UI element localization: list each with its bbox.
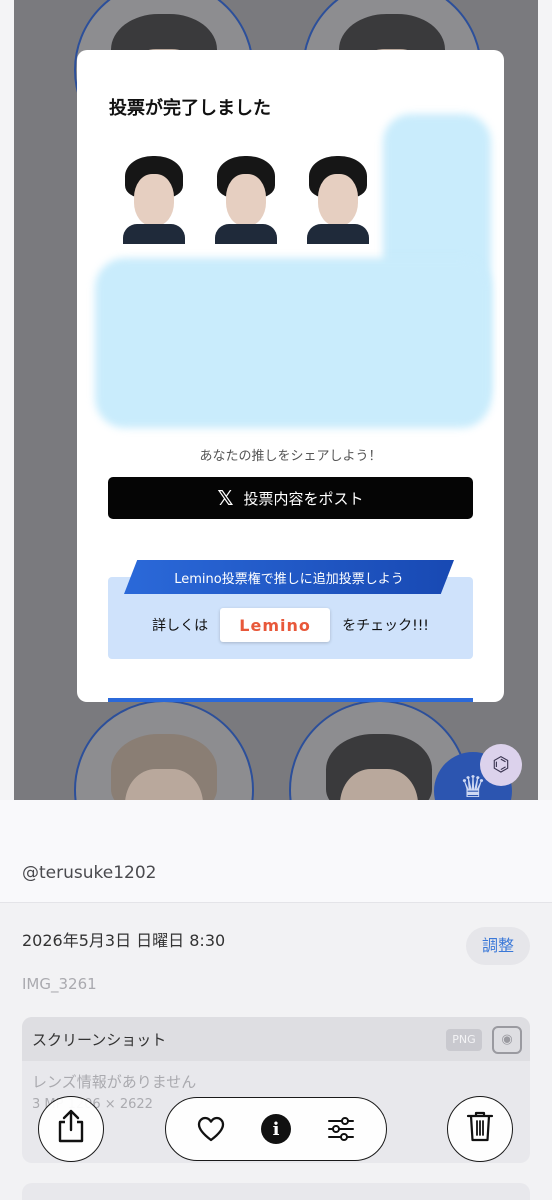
lemino-row: 詳しくは Lemino をチェック!!! [108, 606, 473, 644]
x-logo-icon: 𝕏 [217, 486, 234, 510]
heart-icon[interactable] [188, 1106, 234, 1152]
trash-icon [466, 1110, 494, 1149]
modal-bottom-bar [108, 698, 473, 702]
adjust-date-button[interactable]: 調整 [466, 927, 530, 965]
delete-button[interactable] [447, 1096, 513, 1162]
lemino-banner: Lemino投票権で推しに追加投票しよう [124, 560, 454, 594]
metadata-header: スクリーンショット PNG ◉ [22, 1017, 530, 1061]
caption-area[interactable]: @terusuke1202 [0, 800, 552, 903]
visual-lookup-icon[interactable]: ⌬ [480, 744, 522, 786]
next-card [22, 1183, 530, 1200]
media-type: スクリーンショット [32, 1031, 167, 1049]
lemino-prefix: 詳しくは [152, 618, 209, 634]
share-icon [56, 1109, 86, 1150]
format-badge: PNG [446, 1029, 482, 1051]
caption-text: @terusuke1202 [22, 863, 157, 883]
camera-icon: ◉ [492, 1026, 522, 1054]
screenshot-image: ♛ 投票が完了しました あなたの推しをシェアしよう！ 𝕏 投票内容をポスト Le… [14, 0, 538, 800]
bg-profile-circle [74, 700, 254, 800]
vote-complete-modal: 投票が完了しました あなたの推しをシェアしよう！ 𝕏 投票内容をポスト Lemi… [77, 50, 504, 702]
sliders-icon[interactable] [318, 1106, 364, 1152]
lemino-logo[interactable]: Lemino [220, 608, 331, 642]
photo-preview[interactable]: ♛ 投票が完了しました あなたの推しをシェアしよう！ 𝕏 投票内容をポスト Le… [0, 0, 552, 800]
share-prompt: あなたの推しをシェアしよう！ [199, 449, 382, 464]
lens-info: レンズ情報がありません [32, 1073, 197, 1091]
redaction-scribble [91, 110, 491, 440]
share-button[interactable] [38, 1096, 104, 1162]
photo-filename: IMG_3261 [22, 975, 97, 993]
center-toolbar: i [165, 1097, 387, 1161]
post-button-label: 投票内容をポスト [243, 489, 364, 508]
info-icon: i [260, 1114, 291, 1144]
post-vote-button[interactable]: 𝕏 投票内容をポスト [108, 477, 473, 519]
photo-datetime: 2026年5月3日 日曜日 8:30 [22, 931, 226, 950]
info-button[interactable]: i [253, 1106, 299, 1152]
lemino-suffix: をチェック!!! [342, 618, 429, 634]
